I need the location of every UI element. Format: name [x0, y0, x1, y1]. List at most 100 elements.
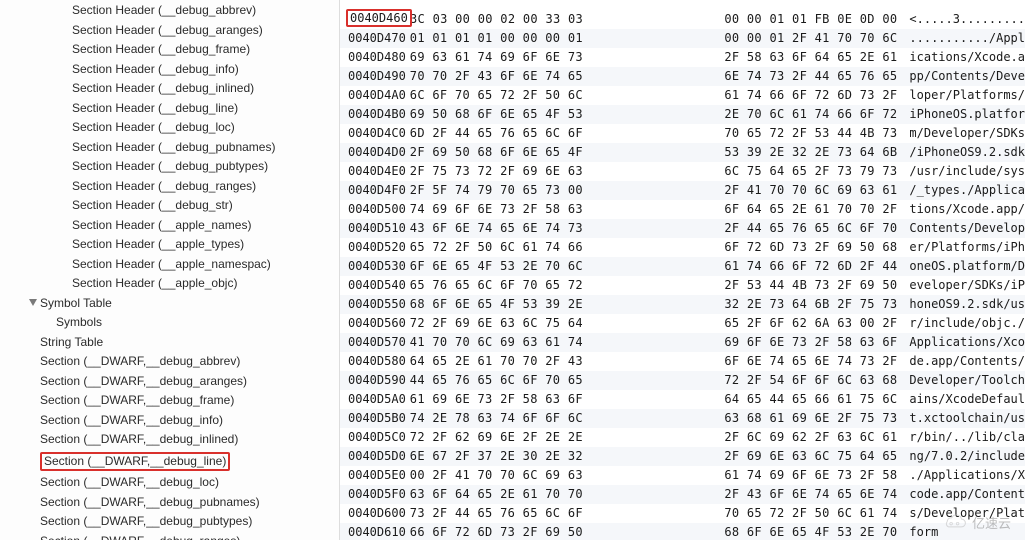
hex-row[interactable]: 0040D5306F 6E 65 4F 53 2E 70 6C61 74 66 …	[340, 257, 1025, 276]
tree-item-label: Section (__DWARF,__debug_loc)	[40, 475, 219, 489]
hex-ascii: form	[903, 523, 1025, 540]
hex-row[interactable]: 0040D50074 69 6F 6E 73 2F 58 636F 64 65 …	[340, 200, 1025, 219]
tree-item-section-header-13[interactable]: Section Header (__apple_namespac)	[0, 255, 339, 275]
hex-bytes-right: 6E 74 73 2F 44 65 76 65	[677, 67, 904, 86]
tree-item-label: Section (__DWARF,__debug_pubnames)	[40, 495, 260, 509]
tree-item-section-1[interactable]: Section (__DWARF,__debug_aranges)	[0, 372, 339, 392]
hex-row[interactable]: 0040D60073 2F 44 65 76 65 6C 6F70 65 72 …	[340, 504, 1025, 523]
tree-item-label: Section Header (__debug_info)	[72, 62, 239, 76]
disclosure-triangle-icon[interactable]	[28, 297, 38, 307]
hex-offset: 0040D5B0	[340, 409, 406, 428]
tree-item-label: Section Header (__apple_objc)	[72, 276, 237, 290]
tree-item-label: Section (__DWARF,__debug_aranges)	[40, 374, 247, 388]
tree-item-section-8[interactable]: Section (__DWARF,__debug_pubtypes)	[0, 512, 339, 532]
tree-item-section-header-5[interactable]: Section Header (__debug_line)	[0, 99, 339, 119]
hex-row[interactable]: 0040D48069 63 61 74 69 6F 6E 732F 58 63 …	[340, 48, 1025, 67]
hex-bytes-left: 2F 5F 74 79 70 65 73 00	[406, 181, 677, 200]
tree-item-section-header-0[interactable]: Section Header (__debug_abbrev)	[0, 1, 339, 21]
tree-item-section-header-1[interactable]: Section Header (__debug_aranges)	[0, 21, 339, 41]
hex-ascii: r/include/objc./	[903, 314, 1025, 333]
tree-item-section-6[interactable]: Section (__DWARF,__debug_loc)	[0, 473, 339, 493]
hex-ascii: r/bin/../lib/cla	[903, 428, 1025, 447]
hex-bytes-right: 00 00 01 2F 41 70 70 6C	[677, 29, 904, 48]
hex-ascii: iPhoneOS.platfor	[903, 105, 1025, 124]
hex-offset: 0040D5F0	[340, 485, 406, 504]
tree-item-section-header-2[interactable]: Section Header (__debug_frame)	[0, 40, 339, 60]
tree-item-section-4[interactable]: Section (__DWARF,__debug_inlined)	[0, 430, 339, 450]
hex-offset: 0040D540	[340, 276, 406, 295]
hex-row[interactable]: 0040D4A06C 6F 70 65 72 2F 50 6C61 74 66 …	[340, 86, 1025, 105]
tree-item-section-header-3[interactable]: Section Header (__debug_info)	[0, 60, 339, 80]
hex-row[interactable]: 0040D52065 72 2F 50 6C 61 74 666F 72 6D …	[340, 238, 1025, 257]
tree-item-section-header-7[interactable]: Section Header (__debug_pubnames)	[0, 138, 339, 158]
hex-offset: 0040D4A0	[340, 86, 406, 105]
tree-item-section-header-12[interactable]: Section Header (__apple_types)	[0, 235, 339, 255]
tree-item-symbols[interactable]: Symbols	[0, 313, 339, 333]
hex-row[interactable]: 0040D5E000 2F 41 70 70 6C 69 6361 74 69 …	[340, 466, 1025, 485]
tree-item-section-header-8[interactable]: Section Header (__debug_pubtypes)	[0, 157, 339, 177]
hex-row[interactable]: 0040D57041 70 70 6C 69 63 61 7469 6F 6E …	[340, 333, 1025, 352]
hex-ascii: Developer/Toolch	[903, 371, 1025, 390]
hex-row[interactable]: 0040D59044 65 76 65 6C 6F 70 6572 2F 54 …	[340, 371, 1025, 390]
hex-offset: 0040D580	[340, 352, 406, 371]
tree-item-label: Section Header (__debug_aranges)	[72, 23, 263, 37]
hex-ascii: Contents/Develop	[903, 219, 1025, 238]
tree-item-section-header-14[interactable]: Section Header (__apple_objc)	[0, 274, 339, 294]
hex-offset: 0040D5D0	[340, 447, 406, 466]
hex-row[interactable]: 0040D61066 6F 72 6D 73 2F 69 5068 6F 6E …	[340, 523, 1025, 540]
hex-bytes-left: 3C 03 00 00 02 00 33 03	[406, 10, 677, 29]
hex-ascii: ng/7.0.2/include	[903, 447, 1025, 466]
tree-item-symbol-table[interactable]: Symbol Table	[0, 294, 339, 314]
hex-row[interactable]: 0040D51043 6F 6E 74 65 6E 74 732F 44 65 …	[340, 219, 1025, 238]
tree-item-section-header-4[interactable]: Section Header (__debug_inlined)	[0, 79, 339, 99]
hex-row[interactable]: 0040D56072 2F 69 6E 63 6C 75 6465 2F 6F …	[340, 314, 1025, 333]
tree-item-section-3[interactable]: Section (__DWARF,__debug_info)	[0, 411, 339, 431]
hex-ascii: tions/Xcode.app/	[903, 200, 1025, 219]
tree-item-section-header-10[interactable]: Section Header (__debug_str)	[0, 196, 339, 216]
hex-row[interactable]: 0040D54065 76 65 6C 6F 70 65 722F 53 44 …	[340, 276, 1025, 295]
hex-row[interactable]: 0040D5D06E 67 2F 37 2E 30 2E 322F 69 6E …	[340, 447, 1025, 466]
tree-item-section-header-9[interactable]: Section Header (__debug_ranges)	[0, 177, 339, 197]
hex-bytes-left: 01 01 01 01 00 00 00 01	[406, 29, 677, 48]
sidebar-tree[interactable]: Section Header (__debug_abbrev) Section H…	[0, 0, 339, 540]
hex-ascii: <.....3.........	[903, 10, 1025, 29]
hex-row[interactable]: 0040D55068 6F 6E 65 4F 53 39 2E32 2E 73 …	[340, 295, 1025, 314]
hex-row[interactable]: 0040D4C06D 2F 44 65 76 65 6C 6F70 65 72 …	[340, 124, 1025, 143]
hex-bytes-right: 68 6F 6E 65 4F 53 2E 70	[677, 523, 904, 540]
tree-item-section-9[interactable]: Section (__DWARF,__debug_ranges)	[0, 532, 339, 540]
tree-item-section-5[interactable]: Section (__DWARF,__debug_line)	[0, 450, 339, 474]
tree-item-label: Section Header (__debug_str)	[72, 198, 233, 212]
hex-row[interactable]: 0040D4F02F 5F 74 79 70 65 73 002F 41 70 …	[340, 181, 1025, 200]
hex-bytes-left: 2F 75 73 72 2F 69 6E 63	[406, 162, 677, 181]
hex-ascii: /usr/include/sys	[903, 162, 1025, 181]
hex-viewer[interactable]: 0040D4603C 03 00 00 02 00 33 0300 00 01 …	[339, 0, 1025, 540]
hex-row[interactable]: 0040D5B074 2E 78 63 74 6F 6F 6C63 68 61 …	[340, 409, 1025, 428]
tree-item-label: Section Header (__apple_namespac)	[72, 257, 271, 271]
tree-item-section-header-6[interactable]: Section Header (__debug_loc)	[0, 118, 339, 138]
tree-item-section-header-11[interactable]: Section Header (__apple_names)	[0, 216, 339, 236]
hex-row[interactable]: 0040D5F063 6F 64 65 2E 61 70 702F 43 6F …	[340, 485, 1025, 504]
hex-bytes-left: 70 70 2F 43 6F 6E 74 65	[406, 67, 677, 86]
hex-offset: 0040D520	[340, 238, 406, 257]
hex-row[interactable]: 0040D58064 65 2E 61 70 70 2F 436F 6E 74 …	[340, 352, 1025, 371]
hex-bytes-right: 2F 58 63 6F 64 65 2E 61	[677, 48, 904, 67]
hex-row[interactable]: 0040D4E02F 75 73 72 2F 69 6E 636C 75 64 …	[340, 162, 1025, 181]
hex-bytes-right: 6C 75 64 65 2F 73 79 73	[677, 162, 904, 181]
hex-row[interactable]: 0040D4603C 03 00 00 02 00 33 0300 00 01 …	[340, 10, 1025, 29]
hex-row[interactable]: 0040D4B069 50 68 6F 6E 65 4F 532E 70 6C …	[340, 105, 1025, 124]
hex-row[interactable]: 0040D49070 70 2F 43 6F 6E 74 656E 74 73 …	[340, 67, 1025, 86]
tree-item-section-7[interactable]: Section (__DWARF,__debug_pubnames)	[0, 493, 339, 513]
hex-row[interactable]: 0040D5C072 2F 62 69 6E 2F 2E 2E2F 6C 69 …	[340, 428, 1025, 447]
hex-row[interactable]: 0040D5A061 69 6E 73 2F 58 63 6F64 65 44 …	[340, 390, 1025, 409]
hex-bytes-left: 72 2F 62 69 6E 2F 2E 2E	[406, 428, 677, 447]
hex-offset: 0040D4D0	[340, 143, 406, 162]
hex-row[interactable]: 0040D4D02F 69 50 68 6F 6E 65 4F53 39 2E …	[340, 143, 1025, 162]
tree-item-label: Section Header (__debug_inlined)	[72, 81, 254, 95]
hex-ascii: code.app/Content	[903, 485, 1025, 504]
hex-ascii: pp/Contents/Deve	[903, 67, 1025, 86]
tree-item-section-0[interactable]: Section (__DWARF,__debug_abbrev)	[0, 352, 339, 372]
hex-row[interactable]: 0040D47001 01 01 01 00 00 00 0100 00 01 …	[340, 29, 1025, 48]
tree-item-label: Section Header (__apple_types)	[72, 237, 244, 251]
tree-item-section-2[interactable]: Section (__DWARF,__debug_frame)	[0, 391, 339, 411]
tree-item-string-table[interactable]: String Table	[0, 333, 339, 353]
